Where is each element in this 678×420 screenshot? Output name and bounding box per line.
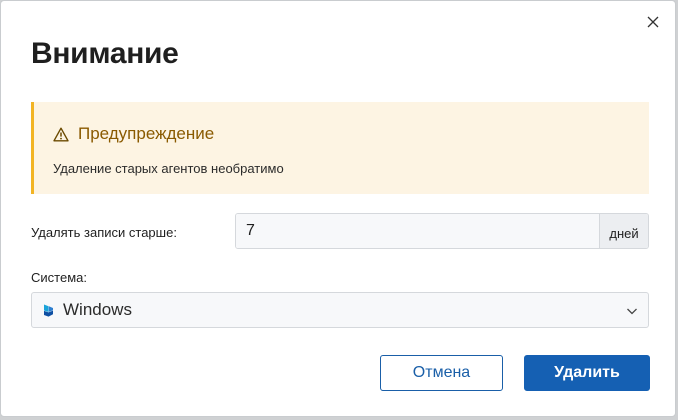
chevron-down-icon <box>627 308 637 315</box>
retention-unit: дней <box>599 214 648 248</box>
close-icon <box>647 16 659 28</box>
system-select[interactable]: Windows <box>31 292 649 328</box>
retention-days-input[interactable] <box>236 214 599 248</box>
system-label: Система: <box>31 270 87 285</box>
warning-alert: Предупреждение Удаление старых агентов н… <box>31 102 649 194</box>
close-button[interactable] <box>643 12 663 32</box>
warning-title: Предупреждение <box>78 124 215 143</box>
warning-icon <box>53 127 69 141</box>
dialog-title: Внимание <box>31 37 179 70</box>
warning-message: Удаление старых агентов необратимо <box>53 161 284 176</box>
cancel-button[interactable]: Отмена <box>380 355 503 391</box>
delete-button[interactable]: Удалить <box>524 355 650 391</box>
retention-input-group: дней <box>235 213 649 249</box>
system-select-value: Windows <box>63 300 132 319</box>
warning-header: Предупреждение <box>53 124 214 144</box>
retention-label: Удалять записи старше: <box>31 225 177 240</box>
windows-icon <box>41 303 55 317</box>
warning-dialog: Внимание Предупреждение Удаление старых … <box>0 0 676 417</box>
